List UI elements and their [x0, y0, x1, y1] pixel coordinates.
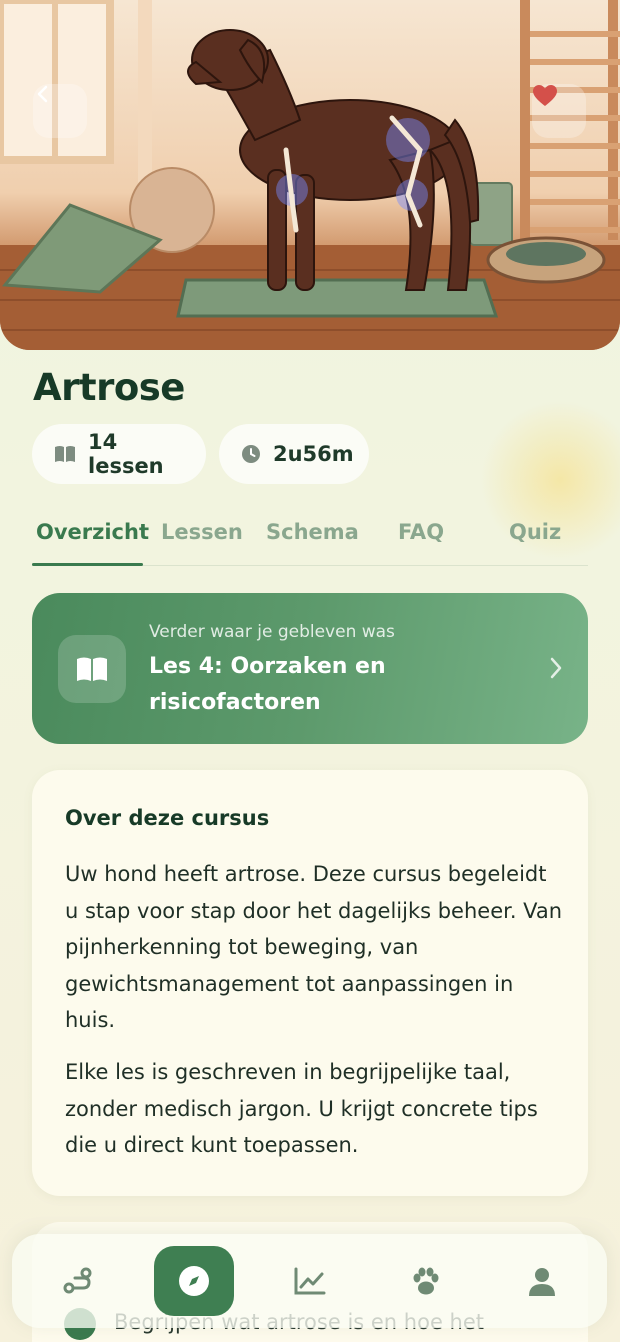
active-tab-indicator [32, 563, 143, 566]
about-course-card: Over deze cursus Uw hond heeft artrose. … [32, 770, 588, 1196]
continue-lesson-card[interactable]: Verder waar je gebleven was Les 4: Oorza… [32, 593, 588, 744]
clock-icon [241, 444, 261, 464]
continue-kicker: Verder waar je gebleven was [149, 622, 395, 642]
route-icon [63, 1267, 92, 1294]
lessons-count-label: 14 lessen [88, 430, 164, 478]
tab-schema[interactable]: Schema [266, 520, 359, 544]
course-tabs: Overzicht Lessen Schema FAQ Quiz [32, 510, 588, 566]
tab-faq[interactable]: FAQ [398, 520, 444, 544]
favorite-button[interactable] [532, 84, 586, 138]
tab-overzicht[interactable]: Overzicht [36, 520, 149, 544]
compass-icon [179, 1266, 209, 1296]
nav-profile[interactable] [502, 1246, 582, 1316]
heart-icon [533, 85, 557, 106]
nav-pets[interactable] [386, 1246, 466, 1316]
lessons-count-badge: 14 lessen [32, 424, 206, 484]
tab-lessen[interactable]: Lessen [161, 520, 243, 544]
nav-explore[interactable] [154, 1246, 234, 1316]
chart-icon [294, 1267, 326, 1295]
about-paragraph-1: Uw hond heeft artrose. Deze cursus begel… [65, 862, 563, 1032]
open-book-icon [58, 635, 126, 703]
paw-icon [413, 1267, 439, 1295]
nav-progress[interactable] [270, 1246, 350, 1316]
about-heading: Over deze cursus [65, 806, 270, 830]
continue-lesson-title: Les 4: Oorzaken en risicofactoren [149, 654, 386, 715]
course-title: Artrose [33, 366, 185, 409]
duration-label: 2u56m [273, 442, 354, 466]
tab-quiz[interactable]: Quiz [509, 520, 561, 544]
user-icon [529, 1268, 555, 1296]
nav-route[interactable] [38, 1246, 118, 1316]
hero-image [0, 0, 620, 350]
book-icon [54, 445, 76, 463]
about-paragraph-2: Elke les is geschreven in begrijpelijke … [65, 1060, 538, 1157]
bottom-navigation [12, 1234, 607, 1328]
chevron-left-icon [37, 85, 48, 103]
duration-badge: 2u56m [219, 424, 369, 484]
chevron-right-icon [548, 655, 564, 685]
back-button[interactable] [33, 84, 87, 138]
